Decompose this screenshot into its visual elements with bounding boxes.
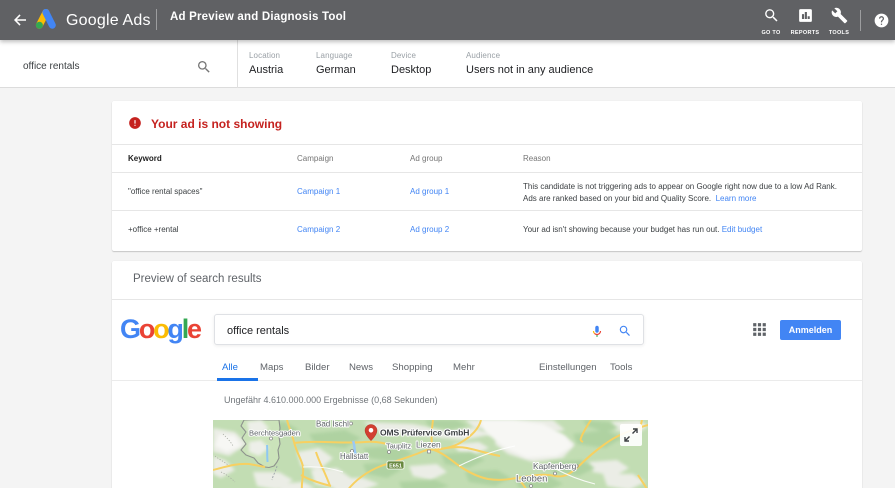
svg-text:Kapfenberg: Kapfenberg — [533, 461, 577, 471]
svg-text:Leoben: Leoben — [516, 473, 547, 484]
svg-text:OMS Prüfervice GmbH: OMS Prüfervice GmbH — [380, 428, 469, 438]
svg-text:Hallstatt: Hallstatt — [340, 452, 369, 461]
svg-text:Tauplitz: Tauplitz — [386, 442, 411, 451]
svg-text:Berchtesgaden: Berchtesgaden — [249, 429, 300, 438]
svg-text:E651: E651 — [389, 463, 402, 469]
svg-text:Liezen: Liezen — [416, 440, 441, 450]
svg-text:Bad Ischl: Bad Ischl — [316, 420, 349, 429]
